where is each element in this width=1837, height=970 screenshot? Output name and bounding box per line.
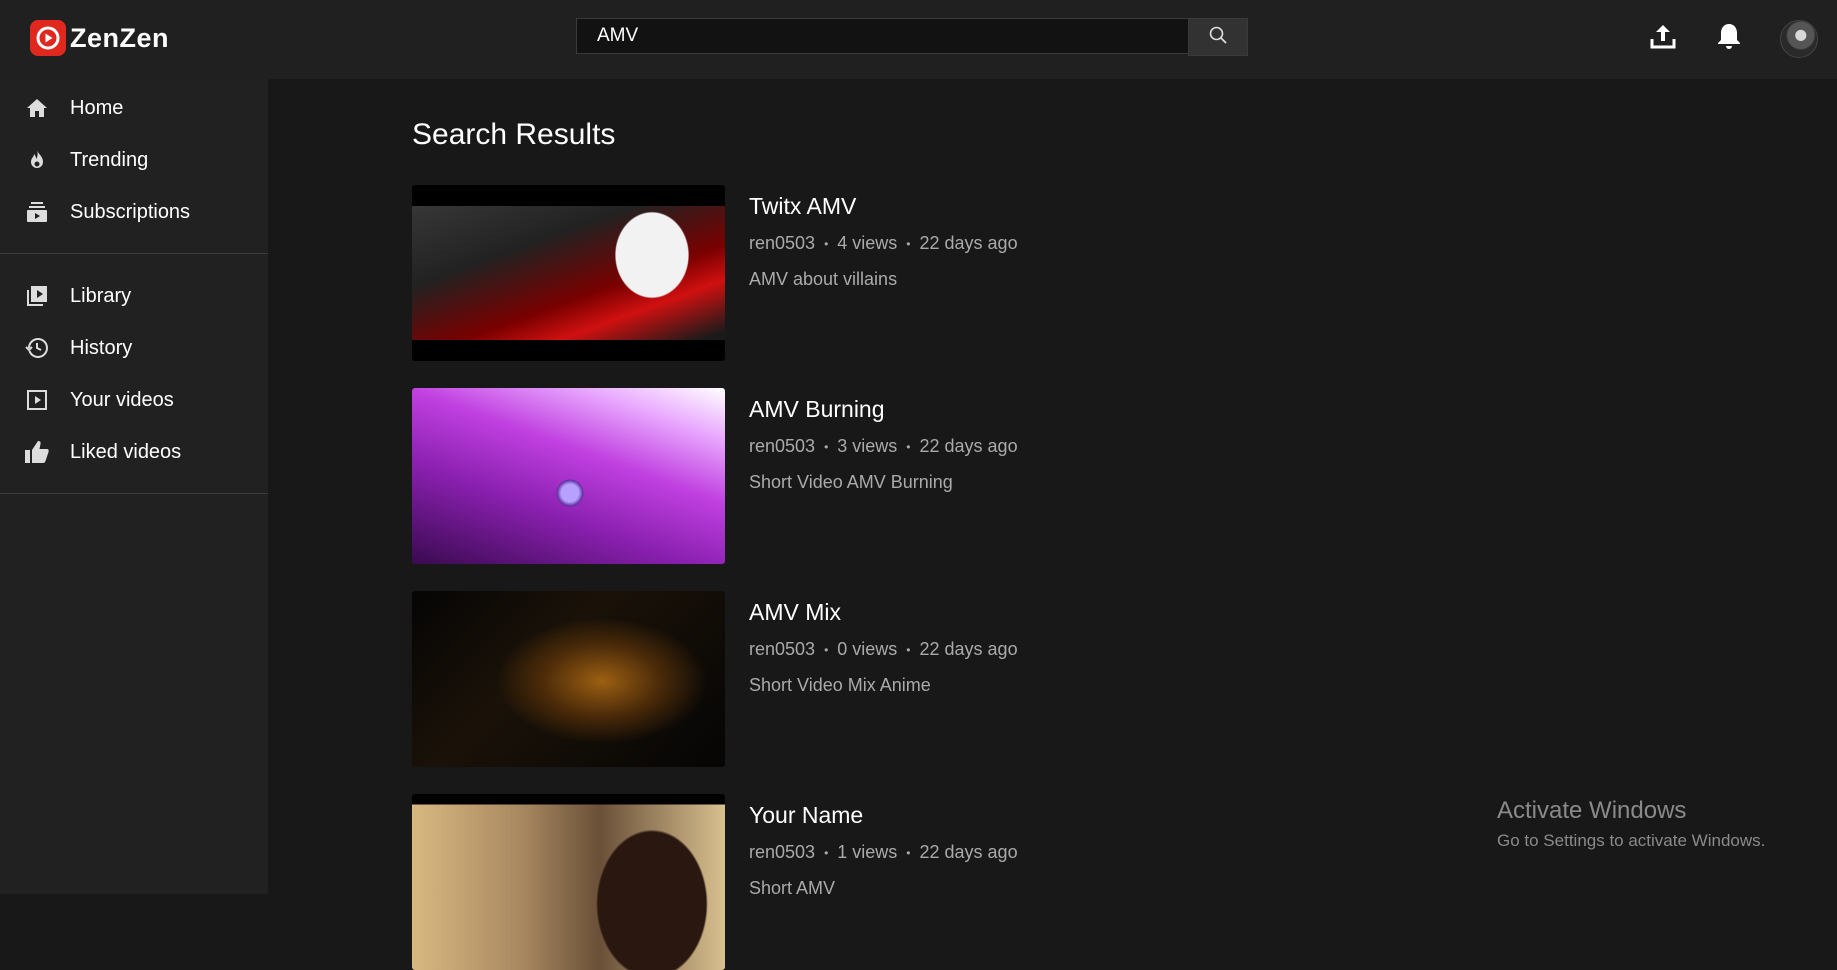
notifications-button[interactable] xyxy=(1711,20,1747,56)
video-meta: ren0503 • 3 views • 22 days ago xyxy=(749,436,1018,457)
activation-watermark: Activate Windows Go to Settings to activ… xyxy=(1497,797,1765,851)
result-item[interactable]: AMV Burning ren0503 • 3 views • 22 days … xyxy=(412,388,1312,564)
watermark-subtitle: Go to Settings to activate Windows. xyxy=(1497,831,1766,850)
upload-age: 22 days ago xyxy=(919,639,1018,659)
separator-dot: • xyxy=(906,845,911,860)
channel-name[interactable]: ren0503 xyxy=(749,436,815,457)
search-icon xyxy=(1208,25,1228,50)
video-thumbnail[interactable] xyxy=(412,591,725,767)
view-count: 1 views xyxy=(837,842,898,862)
channel-name[interactable]: ren0503 xyxy=(749,842,815,863)
page-title: Search Results xyxy=(412,118,616,151)
subscriptions-icon xyxy=(24,199,50,225)
bell-icon xyxy=(1716,22,1742,55)
sidebar-item-your-videos[interactable]: Your videos xyxy=(0,374,268,426)
result-item[interactable]: Your Name ren0503 • 1 views • 22 days ag… xyxy=(412,794,1312,970)
sidebar-divider xyxy=(0,253,268,254)
library-icon xyxy=(24,283,50,309)
video-thumbnail[interactable] xyxy=(412,388,725,564)
sidebar-item-library[interactable]: Library xyxy=(0,270,268,322)
sidebar-item-label: Subscriptions xyxy=(70,200,191,223)
sidebar-item-liked-videos[interactable]: Liked videos xyxy=(0,426,268,478)
video-meta: ren0503 • 1 views • 22 days ago xyxy=(749,842,1018,863)
upload-icon xyxy=(1649,22,1677,55)
logo[interactable]: ZenZen xyxy=(30,20,169,56)
search-input[interactable] xyxy=(576,18,1188,54)
separator-dot: • xyxy=(824,439,829,454)
logo-play-icon xyxy=(30,20,66,56)
sidebar-item-label: Your videos xyxy=(70,388,174,411)
watermark-title: Activate Windows xyxy=(1497,797,1687,824)
video-title[interactable]: AMV Burning xyxy=(749,396,885,423)
video-title[interactable]: AMV Mix xyxy=(749,599,841,626)
video-meta: ren0503 • 0 views • 22 days ago xyxy=(749,639,1018,660)
video-title[interactable]: Twitx AMV xyxy=(749,193,856,220)
avatar[interactable] xyxy=(1780,20,1818,58)
thumbs-up-icon xyxy=(24,439,50,465)
search-button[interactable] xyxy=(1188,18,1248,56)
home-icon xyxy=(24,95,50,121)
video-thumbnail[interactable] xyxy=(412,185,725,361)
video-thumbnail[interactable] xyxy=(412,794,725,970)
channel-name[interactable]: ren0503 xyxy=(749,639,815,660)
sidebar-item-label: Liked videos xyxy=(70,440,182,463)
video-meta: ren0503 • 4 views • 22 days ago xyxy=(749,233,1018,254)
sidebar: Home Trending Subscriptions Library Hist… xyxy=(0,79,268,894)
sidebar-item-home[interactable]: Home xyxy=(0,82,268,134)
history-icon xyxy=(24,335,50,361)
flame-icon xyxy=(24,147,50,173)
result-item[interactable]: AMV Mix ren0503 • 0 views • 22 days ago … xyxy=(412,591,1312,767)
sidebar-item-label: History xyxy=(70,336,133,359)
separator-dot: • xyxy=(906,642,911,657)
video-description: AMV about villains xyxy=(749,269,898,289)
sidebar-item-subscriptions[interactable]: Subscriptions xyxy=(0,186,268,238)
view-count: 4 views xyxy=(837,233,898,253)
sidebar-divider xyxy=(0,493,268,494)
sidebar-item-label: Home xyxy=(70,96,124,119)
separator-dot: • xyxy=(906,236,911,251)
sidebar-item-history[interactable]: History xyxy=(0,322,268,374)
search-bar xyxy=(576,18,1248,56)
upload-age: 22 days ago xyxy=(919,842,1018,862)
video-title[interactable]: Your Name xyxy=(749,802,863,829)
separator-dot: • xyxy=(824,236,829,251)
sidebar-item-label: Trending xyxy=(70,148,149,171)
channel-name[interactable]: ren0503 xyxy=(749,233,815,254)
your-videos-icon xyxy=(24,387,50,413)
upload-age: 22 days ago xyxy=(919,233,1018,253)
logo-text: ZenZen xyxy=(70,22,170,53)
separator-dot: • xyxy=(824,845,829,860)
sidebar-item-trending[interactable]: Trending xyxy=(0,134,268,186)
separator-dot: • xyxy=(906,439,911,454)
view-count: 0 views xyxy=(837,639,898,659)
view-count: 3 views xyxy=(837,436,898,456)
video-description: Short Video AMV Burning xyxy=(749,472,953,492)
sidebar-item-label: Library xyxy=(70,284,132,307)
video-description: Short AMV xyxy=(749,878,836,898)
top-bar: ZenZen xyxy=(0,0,1837,79)
video-description: Short Video Mix Anime xyxy=(749,675,931,695)
result-item[interactable]: Twitx AMV ren0503 • 4 views • 22 days ag… xyxy=(412,185,1312,361)
upload-button[interactable] xyxy=(1645,20,1681,56)
separator-dot: • xyxy=(824,642,829,657)
upload-age: 22 days ago xyxy=(919,436,1018,456)
